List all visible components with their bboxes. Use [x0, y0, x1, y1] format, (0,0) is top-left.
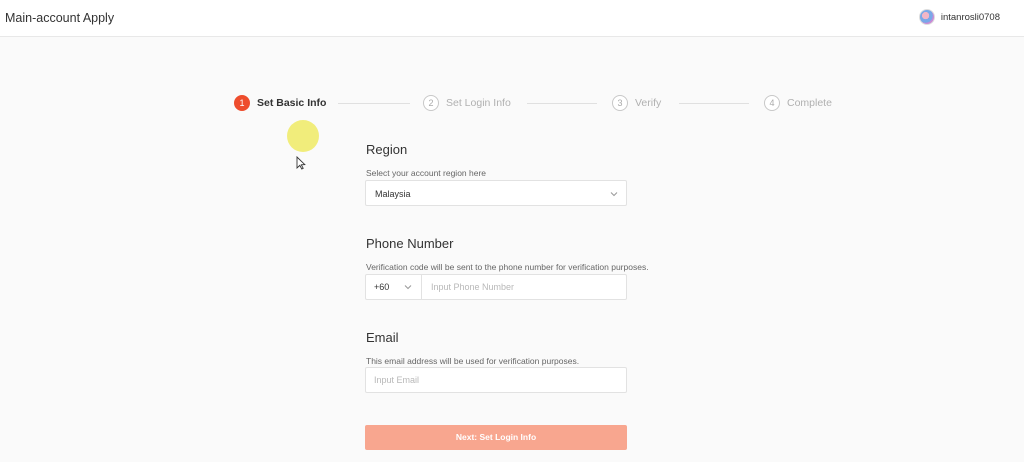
phone-title: Phone Number [366, 236, 454, 251]
chevron-down-icon [404, 285, 412, 290]
country-code-select[interactable]: +60 [366, 275, 422, 299]
email-input[interactable] [366, 368, 624, 392]
page-title: Main-account Apply [5, 11, 115, 25]
region-select[interactable]: Malaysia [365, 180, 627, 206]
country-code-value: +60 [374, 282, 390, 292]
region-description: Select your account region here [366, 168, 487, 178]
top-bar: Main-account Apply intanrosli0708 [0, 0, 1024, 37]
step-number: 4 [764, 95, 780, 111]
phone-input[interactable] [423, 275, 625, 299]
step-number: 1 [234, 95, 250, 111]
next-set-login-info-button[interactable]: Next: Set Login Info [365, 425, 627, 450]
mouse-pointer-icon [296, 156, 306, 170]
phone-description: Verification code will be sent to the ph… [366, 262, 649, 272]
step-label: Set Login Info [446, 97, 511, 109]
cursor-highlight [287, 120, 319, 152]
step-complete: 4 Complete [764, 95, 832, 111]
chevron-down-icon [610, 192, 618, 197]
step-label: Complete [787, 97, 832, 109]
stepper: 1 Set Basic Info 2 Set Login Info 3 Veri… [234, 95, 834, 113]
avatar [918, 9, 935, 25]
step-set-basic-info: 1 Set Basic Info [234, 95, 326, 111]
email-description: This email address will be used for veri… [366, 356, 580, 366]
email-title: Email [366, 330, 399, 345]
region-value: Malaysia [375, 189, 411, 199]
step-number: 2 [423, 95, 439, 111]
step-divider [679, 103, 749, 104]
step-set-login-info: 2 Set Login Info [423, 95, 511, 111]
email-field [365, 367, 627, 393]
step-divider [338, 103, 410, 104]
step-verify: 3 Verify [612, 95, 661, 111]
step-label: Verify [635, 97, 662, 109]
user-menu[interactable]: intanrosli0708 [918, 9, 1000, 25]
region-title: Region [366, 142, 408, 157]
username: intanrosli0708 [940, 11, 1000, 23]
step-divider [527, 103, 597, 104]
step-number: 3 [612, 95, 628, 111]
step-label: Set Basic Info [257, 97, 327, 109]
phone-field: +60 [365, 274, 627, 300]
